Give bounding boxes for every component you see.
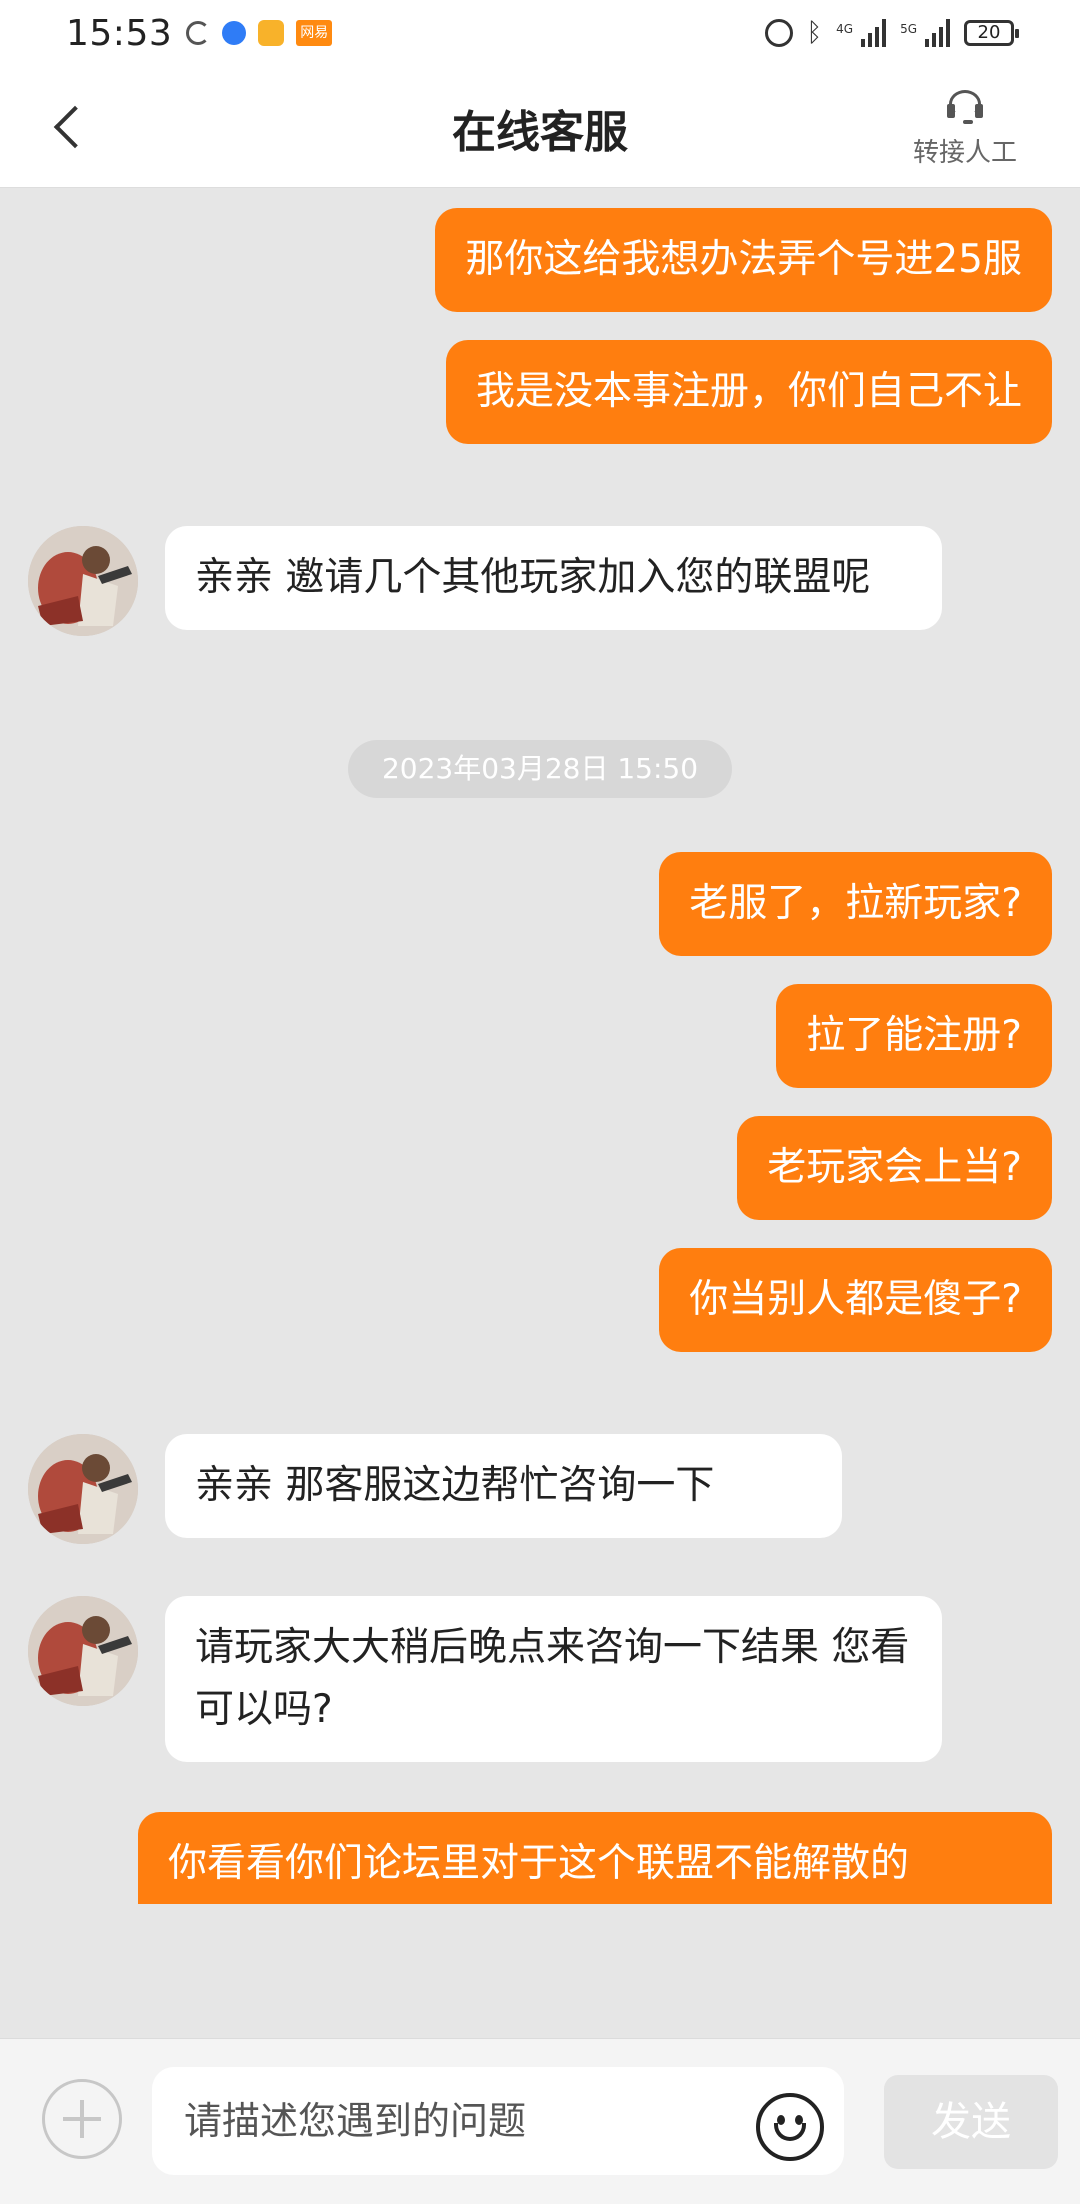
avatar-image: [28, 1596, 138, 1706]
message-input[interactable]: [152, 2067, 844, 2175]
avatar-image: [28, 526, 138, 636]
message-outgoing: 我是没本事注册，你们自己不让: [445, 340, 1052, 444]
message-incoming: 亲亲 邀请几个其他玩家加入您的联盟呢: [165, 526, 942, 630]
message-outgoing: 老玩家会上当?: [737, 1116, 1052, 1220]
chevron-left-icon: [53, 105, 97, 149]
agent-avatar[interactable]: [28, 526, 138, 636]
system-icons: ᛒ 4G 5G 20: [764, 18, 1019, 48]
transfer-label: 转接人工: [912, 138, 1017, 168]
app-tag-icon: 网易: [296, 20, 333, 46]
network-type-1: 4G: [836, 22, 854, 36]
send-button[interactable]: 发送: [884, 2075, 1058, 2169]
message-outgoing: 拉了能注册?: [776, 984, 1052, 1088]
chat-area[interactable]: 那你这给我想办法弄个号进25服 我是没本事注册，你们自己不让 亲亲 邀请几个其他…: [0, 188, 1080, 2038]
status-bar: 15:53 网易 ᛒ 4G 5G 20: [0, 0, 1080, 66]
header-bar: 在线客服 转接人工: [0, 66, 1080, 188]
status-time: 15:53: [66, 12, 173, 54]
alarm-icon: [764, 19, 793, 47]
signal-icon: [861, 19, 887, 47]
message-timestamp: 2023年03月28日 15:50: [348, 740, 732, 798]
message-incoming: 亲亲 那客服这边帮忙咨询一下: [165, 1434, 842, 1538]
signal-icon-2: [925, 19, 950, 47]
notification-icons: 网易: [186, 20, 333, 46]
message-outgoing: 老服了，拉新玩家?: [659, 852, 1052, 956]
smiley-icon[interactable]: [756, 2093, 824, 2161]
app-notification-icon: [258, 20, 285, 46]
battery-icon: 20: [964, 20, 1019, 46]
message-outgoing: 你当别人都是傻子?: [659, 1248, 1052, 1352]
agent-avatar[interactable]: [28, 1596, 138, 1706]
plus-icon[interactable]: [42, 2079, 122, 2159]
sync-icon: [186, 21, 211, 45]
network-type-2: 5G: [900, 22, 917, 36]
avatar-image: [28, 1434, 138, 1544]
bluetooth-icon: ᛒ: [806, 18, 823, 48]
message-outgoing-partial: 你看看你们论坛里对于这个联盟不能解散的: [138, 1812, 1052, 1904]
message-outgoing: 那你这给我想办法弄个号进25服: [435, 208, 1052, 312]
message-incoming: 请玩家大大稍后晚点来咨询一下结果 您看可以吗?: [165, 1596, 942, 1762]
browser-icon: [222, 21, 247, 45]
input-bar: 发送: [0, 2038, 1080, 2204]
agent-avatar[interactable]: [28, 1434, 138, 1544]
transfer-to-human-button[interactable]: 转接人工: [890, 86, 1040, 176]
headset-icon: [943, 86, 987, 126]
back-button[interactable]: [40, 94, 100, 160]
